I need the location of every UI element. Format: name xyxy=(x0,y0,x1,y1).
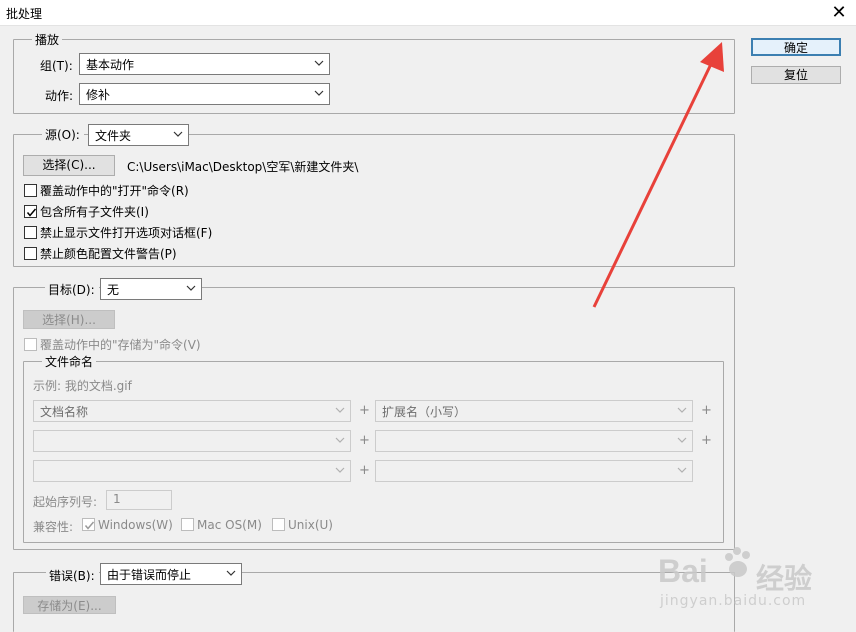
paw-icon xyxy=(725,547,750,577)
watermark-url: jingyan.baidu.com xyxy=(660,593,807,609)
watermark-brand2: 经验 xyxy=(756,562,813,595)
watermark-brand: Bai xyxy=(658,553,708,589)
annotation-arrow-icon xyxy=(592,42,724,308)
baidu-watermark: Bai 经验 jingyan.baidu.com xyxy=(658,545,848,615)
